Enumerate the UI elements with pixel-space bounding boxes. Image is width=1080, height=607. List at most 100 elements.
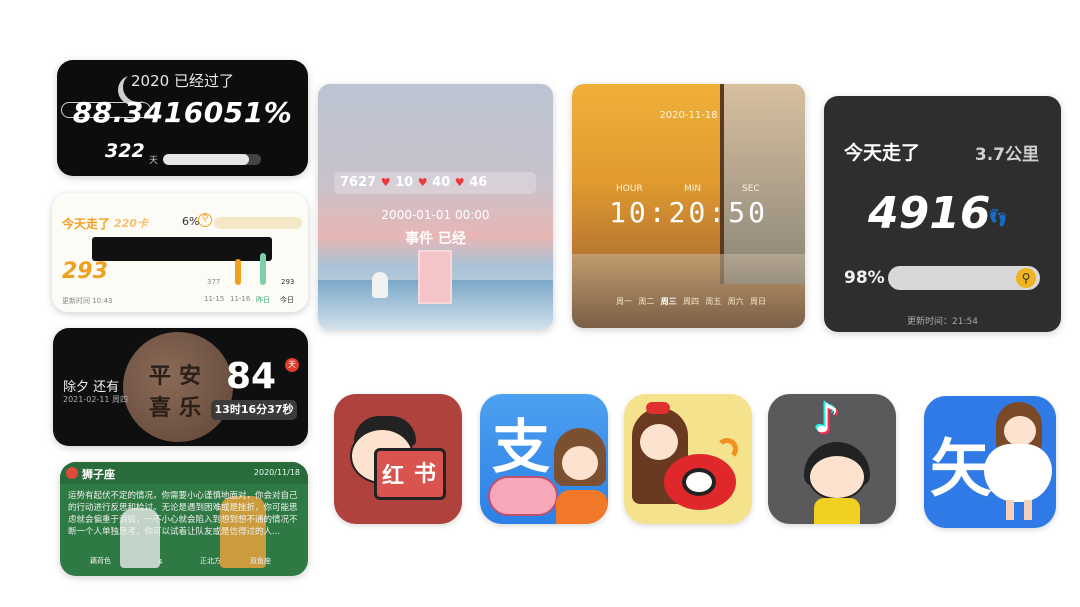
- lucky-sign: 双鱼座: [250, 557, 271, 565]
- steps-count: 293: [62, 259, 108, 284]
- alipay-app-icon[interactable]: 支: [480, 394, 608, 524]
- countdown-widget[interactable]: 平 安 喜 乐 除夕 还有 2021-02-11 周四 84 天 13时16分3…: [53, 328, 308, 446]
- steps-progress-track: [214, 217, 302, 229]
- horoscope-widget[interactable]: 狮子座 2020/11/18 运势有起伏不定的情况，你需要小心谨慎地面对，你会对…: [60, 462, 308, 576]
- zhihu-app-icon[interactable]: 矢: [924, 396, 1056, 528]
- countdown-days: 84: [226, 356, 277, 397]
- horoscope-text: 运势有起伏不定的情况，你需要小心谨慎地面对，你会对自己的行动进行反思和检讨。无论…: [68, 491, 298, 537]
- days-count: 322: [105, 140, 145, 162]
- history-value: 293: [281, 278, 295, 286]
- clock-date: 2020-11-18: [659, 110, 718, 121]
- clock-widget[interactable]: 2020-11-18 HOUR MIN SEC 10:20:50 周一 周二 周三周…: [572, 84, 805, 328]
- lying-figure-illustration: [92, 237, 272, 261]
- year-progress-fill: [163, 154, 250, 165]
- alipay-char: 支: [492, 413, 551, 481]
- steps-label: 今天走了: [62, 217, 111, 231]
- elapsed-counts: 7627 ♥ 10 ♥ 40 ♥ 46: [334, 172, 536, 194]
- year-progress-bar: [163, 154, 261, 165]
- weekday-row: 周一 周二 周三 周四 周五 周六 周日: [616, 296, 766, 307]
- coin-text: 乐: [179, 395, 202, 421]
- history-column: [260, 253, 266, 285]
- widget-showcase: 2020 已经过了 88.3416051% 322 天 今天走了 220卡 6%…: [0, 0, 1080, 607]
- walk-steps: 4916: [868, 188, 991, 239]
- heart-illustration: [984, 444, 1052, 502]
- bed-illustration: [572, 254, 805, 328]
- calories-value: 220卡: [114, 217, 148, 230]
- weekday-label: 周一: [616, 297, 632, 306]
- tiktok-note-icon: ♪: [814, 396, 840, 442]
- weibo-wave-icon: [716, 438, 738, 460]
- horoscope-date: 2020/11/18: [253, 468, 300, 477]
- steps-percent: 6%: [182, 215, 200, 228]
- axis-label: 11-15: [204, 295, 225, 303]
- weekday-label: 周六: [727, 297, 744, 306]
- face-illustration: [638, 422, 680, 462]
- event-datetime: 2000-01-01 00:00: [381, 208, 490, 222]
- hour-label: HOUR: [616, 184, 643, 194]
- walk-progress-bar: ⚲: [888, 266, 1040, 290]
- weekday-label: 周二: [638, 297, 655, 306]
- weibo-app-icon[interactable]: [624, 394, 752, 524]
- weekday-label: 周三: [660, 297, 677, 306]
- zodiac-name: 狮子座: [82, 468, 115, 481]
- coin-illustration: 平 安 喜 乐: [123, 332, 233, 442]
- count-seconds: 46: [469, 175, 488, 190]
- douyin-app-icon[interactable]: ♪: [768, 394, 896, 524]
- walk-percent: 98%: [844, 268, 885, 288]
- xiaohongshu-app-icon[interactable]: 红 书: [334, 394, 462, 524]
- lucky-direction: 正北方: [200, 557, 221, 565]
- coin-text: 安: [179, 363, 202, 389]
- weekday-label: 周四: [682, 297, 699, 306]
- coin-text: 平: [149, 363, 172, 389]
- face-illustration: [560, 444, 600, 482]
- runner-icon: ⚲: [198, 213, 212, 227]
- countdown-label: 除夕 还有: [63, 380, 120, 395]
- weekday-label: 周日: [749, 297, 766, 306]
- axis-label: 11-16: [230, 295, 251, 303]
- event-label: 事件 已经: [405, 231, 466, 247]
- day-badge: 天: [285, 358, 299, 372]
- astronaut-countup-widget[interactable]: 7627 ♥ 10 ♥ 40 ♥ 46 2000-01-01 00:00 事件 …: [318, 84, 553, 330]
- axis-label: 今日: [280, 296, 294, 304]
- walk-title: 今天走了: [844, 142, 921, 164]
- count-days: 7627: [340, 175, 377, 190]
- zhihu-char: 矢: [930, 432, 993, 505]
- lucky-color: 藕荷色: [90, 557, 111, 565]
- leg-illustration: [1006, 500, 1014, 520]
- min-label: MIN: [684, 184, 702, 194]
- book-char: 红: [382, 464, 405, 489]
- astronaut-illustration: [372, 272, 388, 298]
- count-hours: 10: [395, 175, 414, 190]
- walk-distance: 3.7公里: [974, 145, 1039, 165]
- weekday-label: 周五: [705, 297, 722, 306]
- countdown-timer: 13时16分37秒: [211, 400, 297, 420]
- heart-icon: ♥: [380, 176, 391, 189]
- steps-comic-widget[interactable]: 今天走了 220卡 6% ⚲ 293 377 293 11-15 11-16 昨…: [52, 193, 308, 312]
- year-progress-widget[interactable]: 2020 已经过了 88.3416051% 322 天: [57, 60, 308, 176]
- weibo-eye-icon: [682, 468, 716, 496]
- book-char: 书: [414, 462, 437, 487]
- door-illustration: [418, 250, 452, 304]
- history-column: [235, 259, 241, 285]
- piggy-bank-illustration: [488, 476, 558, 516]
- heart-icon: ♥: [417, 176, 428, 189]
- bow-illustration: [646, 402, 670, 414]
- face-illustration: [808, 454, 866, 500]
- shirt-illustration: [814, 498, 860, 524]
- face-illustration: [1002, 414, 1038, 448]
- clock-time: 10:20:50: [609, 196, 768, 229]
- count-minutes: 40: [432, 175, 451, 190]
- lucky-number: 4: [158, 558, 163, 566]
- heart-icon: ♥: [454, 176, 465, 189]
- days-unit: 天: [149, 156, 159, 166]
- leg-illustration: [1024, 500, 1032, 520]
- axis-label: 昨日: [256, 296, 270, 304]
- walk-updated: 更新时间：21:54: [907, 317, 978, 327]
- app-logo-icon: [66, 467, 78, 479]
- walk-widget[interactable]: 今天走了 3.7公里 4916 👣 98% ⚲ 更新时间：21:54: [824, 96, 1061, 332]
- coin-text: 喜: [149, 395, 172, 421]
- history-value: 377: [207, 278, 221, 286]
- runner-icon: ⚲: [1016, 268, 1036, 288]
- year-title: 2020 已经过了: [131, 72, 234, 90]
- countdown-date: 2021-02-11 周四: [63, 395, 129, 404]
